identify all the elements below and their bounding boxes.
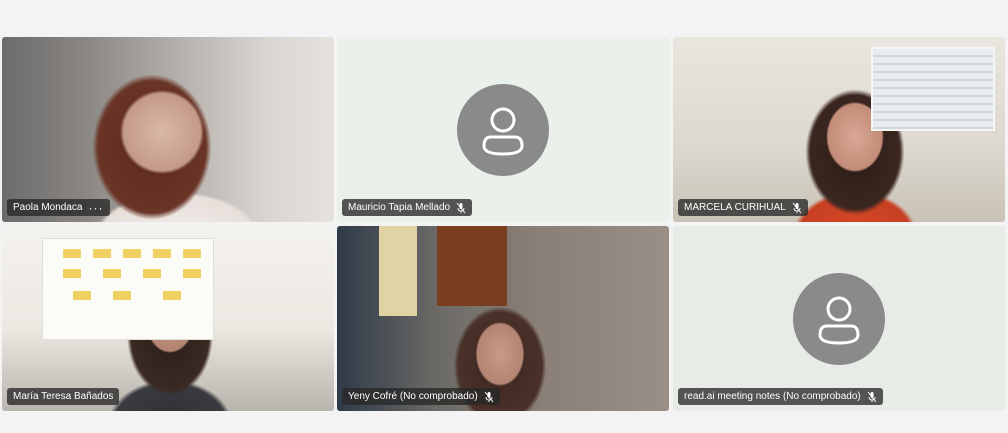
participant-name: Yeny Cofré (No comprobado) (348, 391, 478, 402)
person-avatar-icon (793, 273, 885, 365)
participant-name-pill: MARCELA CURIHUAL (678, 199, 808, 216)
background-window (871, 47, 995, 131)
participant-name-pill: Paola Mondaca ··· (7, 199, 110, 216)
video-tile-marcela[interactable]: MARCELA CURIHUAL (673, 37, 1005, 222)
participant-name: Paola Mondaca (13, 202, 83, 213)
participant-name: read.ai meeting notes (No comprobado) (684, 391, 861, 402)
more-options-icon[interactable]: ··· (89, 202, 104, 214)
participant-name-pill: read.ai meeting notes (No comprobado) (678, 388, 883, 405)
participant-name-pill: María Teresa Bañados (7, 388, 120, 405)
participant-name: María Teresa Bañados (13, 391, 114, 402)
video-tile-paola[interactable]: Paola Mondaca ··· (2, 37, 334, 222)
video-tile-yeny[interactable]: Yeny Cofré (No comprobado) (337, 226, 669, 411)
participant-name: MARCELA CURIHUAL (684, 202, 786, 213)
video-grid: Paola Mondaca ··· Mauricio Tapia Mellado… (2, 37, 1006, 412)
video-tile-mauricio[interactable]: Mauricio Tapia Mellado (337, 37, 669, 222)
participant-name-pill: Mauricio Tapia Mellado (342, 199, 473, 216)
video-tile-maria[interactable]: María Teresa Bañados (2, 226, 334, 411)
mic-off-icon (867, 391, 877, 402)
background-board (42, 238, 214, 340)
background-shelf (437, 226, 507, 306)
mic-off-icon (484, 391, 494, 402)
background-curtain (379, 226, 417, 316)
mic-off-icon (456, 202, 466, 213)
video-tile-readai[interactable]: read.ai meeting notes (No comprobado) (673, 226, 1005, 411)
person-avatar-icon (457, 84, 549, 176)
participant-name-pill: Yeny Cofré (No comprobado) (342, 388, 500, 405)
participant-name: Mauricio Tapia Mellado (348, 202, 451, 213)
mic-off-icon (792, 202, 802, 213)
